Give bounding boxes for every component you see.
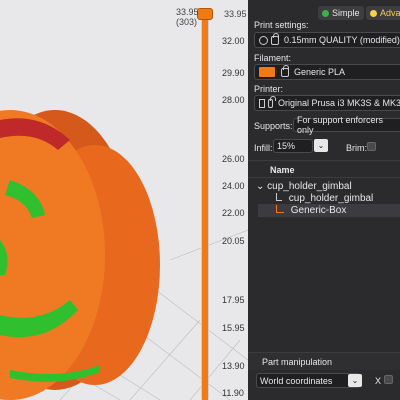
gear-icon	[259, 35, 268, 45]
filament-color-swatch[interactable]	[259, 67, 275, 77]
modifier-icon	[276, 205, 284, 213]
print-settings-value: 0.15mm QUALITY (modified)	[284, 35, 400, 45]
chevron-down-icon: ⌄	[317, 141, 325, 150]
model-render	[0, 110, 248, 400]
mode-simple-button[interactable]: Simple	[318, 6, 364, 20]
infill-value: 15%	[277, 141, 296, 151]
simple-mode-radio-icon	[322, 9, 329, 17]
supports-label: Supports:	[254, 121, 293, 131]
coordinates-select[interactable]: World coordinates	[256, 373, 360, 388]
printer-icon	[259, 98, 265, 108]
slider-tick: 24.00	[222, 181, 245, 191]
infill-label: Infill:	[254, 143, 273, 153]
printer-value: Original Prusa i3 MK3S & MK3	[277, 98, 400, 108]
slider-tick: 11.90	[222, 388, 244, 398]
slider-tick: 15.95	[222, 323, 245, 333]
object-list-header: Name	[248, 160, 400, 178]
mode-simple-label: Simple	[332, 8, 360, 18]
printer-combo[interactable]: Original Prusa i3 MK3S & MK3	[254, 95, 400, 111]
infill-select[interactable]: 15%	[273, 139, 313, 153]
tree-item-label: cup_holder_gimbal	[267, 181, 352, 192]
object-list-name-column: Name	[270, 165, 295, 175]
expand-arrow-icon[interactable]: ⌄	[256, 181, 264, 192]
infill-dropdown-button[interactable]: ⌄	[314, 139, 328, 152]
lock-icon	[281, 65, 289, 77]
slider-tick: 29.90	[222, 68, 245, 78]
layer-slider-thumb[interactable]	[197, 8, 213, 20]
brim-label: Brim:	[346, 143, 367, 153]
slider-tick: 26.00	[222, 154, 245, 164]
slider-tick: 20.05	[222, 236, 245, 246]
coordinates-value: World coordinates	[260, 375, 333, 386]
advanced-mode-radio-icon	[370, 9, 377, 17]
lock-icon	[267, 96, 277, 108]
filament-combo[interactable]: Generic PLA	[254, 64, 400, 80]
printer-label: Printer:	[254, 84, 284, 94]
tree-item-modifier[interactable]: Generic-Box	[276, 205, 346, 216]
print-settings-label: Print settings:	[254, 20, 309, 30]
coordinates-dropdown-button[interactable]: ⌄	[348, 374, 362, 387]
lock-icon	[271, 33, 279, 45]
filament-label: Filament:	[254, 53, 292, 63]
part-manipulation-header: Part manipulation	[248, 352, 400, 370]
brim-checkbox[interactable]	[367, 142, 376, 151]
top-layer-number: (303)	[176, 17, 198, 27]
settings-sidebar: Simple Adva Print settings: 0.15mm QUALI…	[248, 0, 400, 400]
chevron-down-icon: ⌄	[351, 376, 359, 385]
slider-tick: 13.90	[222, 361, 245, 371]
tree-item-root[interactable]: ⌄ cup_holder_gimbal	[256, 181, 352, 192]
mode-advanced-button[interactable]: Adva	[366, 6, 400, 20]
tree-item-label: Generic-Box	[290, 205, 347, 216]
slider-tick: 32.00	[222, 36, 245, 46]
tree-item-label: cup_holder_gimbal	[288, 193, 374, 204]
part-icon	[276, 193, 282, 201]
x-axis-label: X	[375, 376, 382, 386]
top-layer-height-right: 33.95	[224, 9, 247, 19]
slider-tick: 22.00	[222, 208, 245, 218]
slider-tick: 17.95	[222, 295, 245, 305]
prusaslicer-window: 33.95 (303) 33.95 32.00 29.90 28.00 26.0…	[0, 0, 400, 400]
3d-viewport[interactable]	[0, 0, 248, 400]
print-settings-combo[interactable]: 0.15mm QUALITY (modified)	[254, 32, 400, 48]
layer-slider-fill	[202, 14, 208, 400]
tree-item-part[interactable]: cup_holder_gimbal	[276, 193, 373, 204]
filament-value: Generic PLA	[294, 67, 346, 77]
part-manipulation-title: Part manipulation	[262, 357, 333, 367]
supports-select[interactable]: For support enforcers only	[293, 115, 400, 135]
top-layer-height: 33.95	[176, 7, 199, 17]
supports-value: For support enforcers only	[297, 115, 384, 135]
x-input-field[interactable]	[384, 375, 393, 384]
slider-tick: 28.00	[222, 95, 245, 105]
mode-advanced-label: Adva	[380, 8, 400, 18]
